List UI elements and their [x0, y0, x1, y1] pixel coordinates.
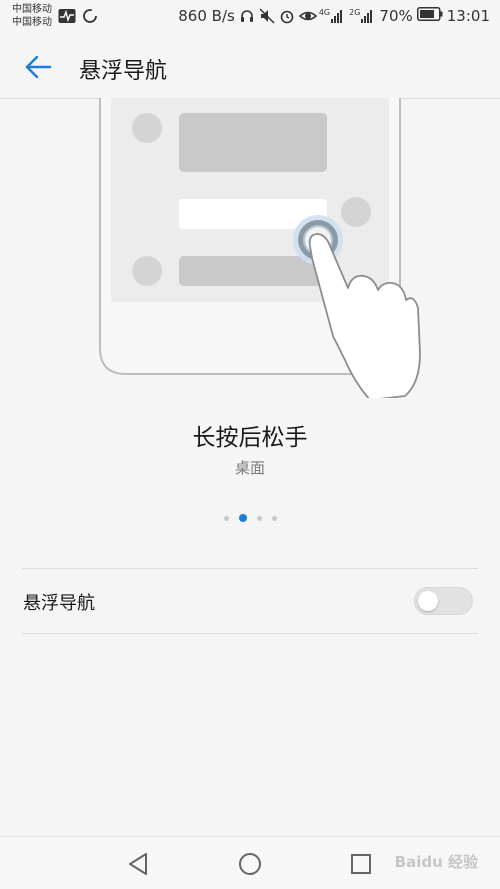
arrow-left-icon: [25, 55, 52, 79]
battery-icon: [416, 7, 443, 25]
eye-icon: [298, 8, 317, 24]
headset-icon: [239, 8, 255, 24]
page-dot[interactable]: [256, 515, 262, 521]
nav-home-button[interactable]: [237, 851, 263, 877]
carrier-1: 中国移动: [12, 4, 52, 15]
home-circle-icon: [239, 853, 261, 875]
placeholder-circle: [132, 113, 162, 143]
system-nav-bar: Baidu 经验: [0, 836, 500, 889]
carrier-info: 中国移动 中国移动: [12, 3, 52, 29]
status-bar: 中国移动 中国移动 860 B/s 4G 2G 70% 13:01: [0, 0, 500, 36]
battery-percent: 70%: [379, 7, 413, 25]
floating-nav-setting-row[interactable]: 悬浮导航: [0, 569, 500, 633]
setting-label: 悬浮导航: [23, 593, 95, 614]
mute-icon: [259, 8, 275, 24]
floating-nav-toggle[interactable]: [414, 587, 473, 615]
nav-back-button[interactable]: [126, 851, 152, 877]
sync-icon: [82, 8, 98, 28]
alarm-icon: [279, 8, 295, 24]
gesture-illustration: [0, 98, 500, 401]
signal-icon: [361, 10, 373, 23]
placeholder-circle: [132, 256, 162, 286]
nav-recents-button[interactable]: [348, 851, 374, 877]
page-indicator: [0, 514, 500, 522]
back-triangle-icon: [129, 853, 147, 875]
page-dot[interactable]: [271, 515, 277, 521]
carrier-2: 中国移动: [12, 17, 52, 28]
screen: 中国移动 中国移动 860 B/s 4G 2G 70% 13:01 悬浮导航 长…: [0, 0, 500, 889]
placeholder-card: [179, 113, 327, 172]
page-dot-active[interactable]: [238, 514, 247, 522]
network-2g: 2G: [349, 9, 375, 23]
baidu-watermark: Baidu 经验: [394, 853, 478, 871]
status-right: 860 B/s 4G 2G 70% 13:01: [178, 7, 490, 25]
app-header: 悬浮导航: [0, 36, 500, 99]
clock: 13:01: [446, 7, 490, 25]
network-4g: 4G: [319, 9, 345, 23]
gesture-subtitle: 桌面: [234, 459, 265, 477]
toggle-knob: [418, 591, 438, 611]
phone-mockup: [99, 98, 421, 401]
divider: [22, 633, 478, 634]
gesture-title: 长按后松手: [192, 425, 308, 451]
signal-icon: [331, 10, 343, 23]
placeholder-circle: [341, 197, 371, 227]
back-button[interactable]: [22, 51, 54, 83]
page-dot[interactable]: [223, 515, 229, 521]
status-left-icons: [58, 8, 98, 28]
net-speed: 860 B/s: [178, 7, 235, 25]
recents-square-icon: [351, 854, 371, 874]
page-title: 悬浮导航: [79, 59, 168, 84]
activity-icon: [58, 8, 76, 28]
